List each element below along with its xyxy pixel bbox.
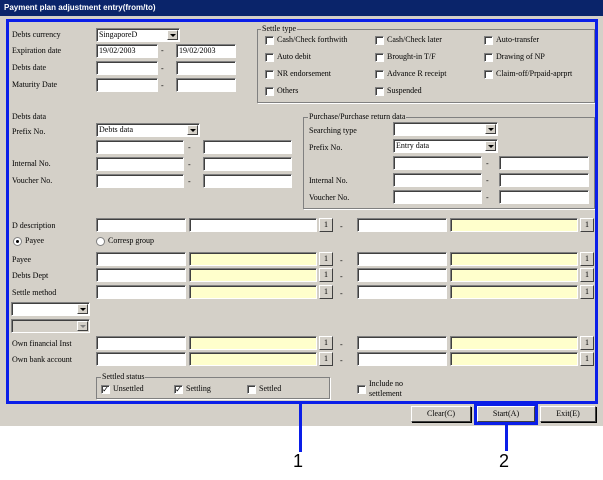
- highlight-box-1: [6, 19, 598, 404]
- window-title: Payment plan adjustment entry(from/to): [0, 0, 603, 16]
- callout-number-2: 2: [499, 451, 510, 471]
- exit-button[interactable]: Exit(E): [540, 406, 596, 422]
- callout-line-2: [505, 425, 508, 451]
- callout-number-1: 1: [293, 451, 304, 471]
- highlight-box-2: [474, 403, 538, 425]
- clear-button[interactable]: Clear(C): [411, 406, 471, 422]
- callout-line-1: [299, 404, 302, 452]
